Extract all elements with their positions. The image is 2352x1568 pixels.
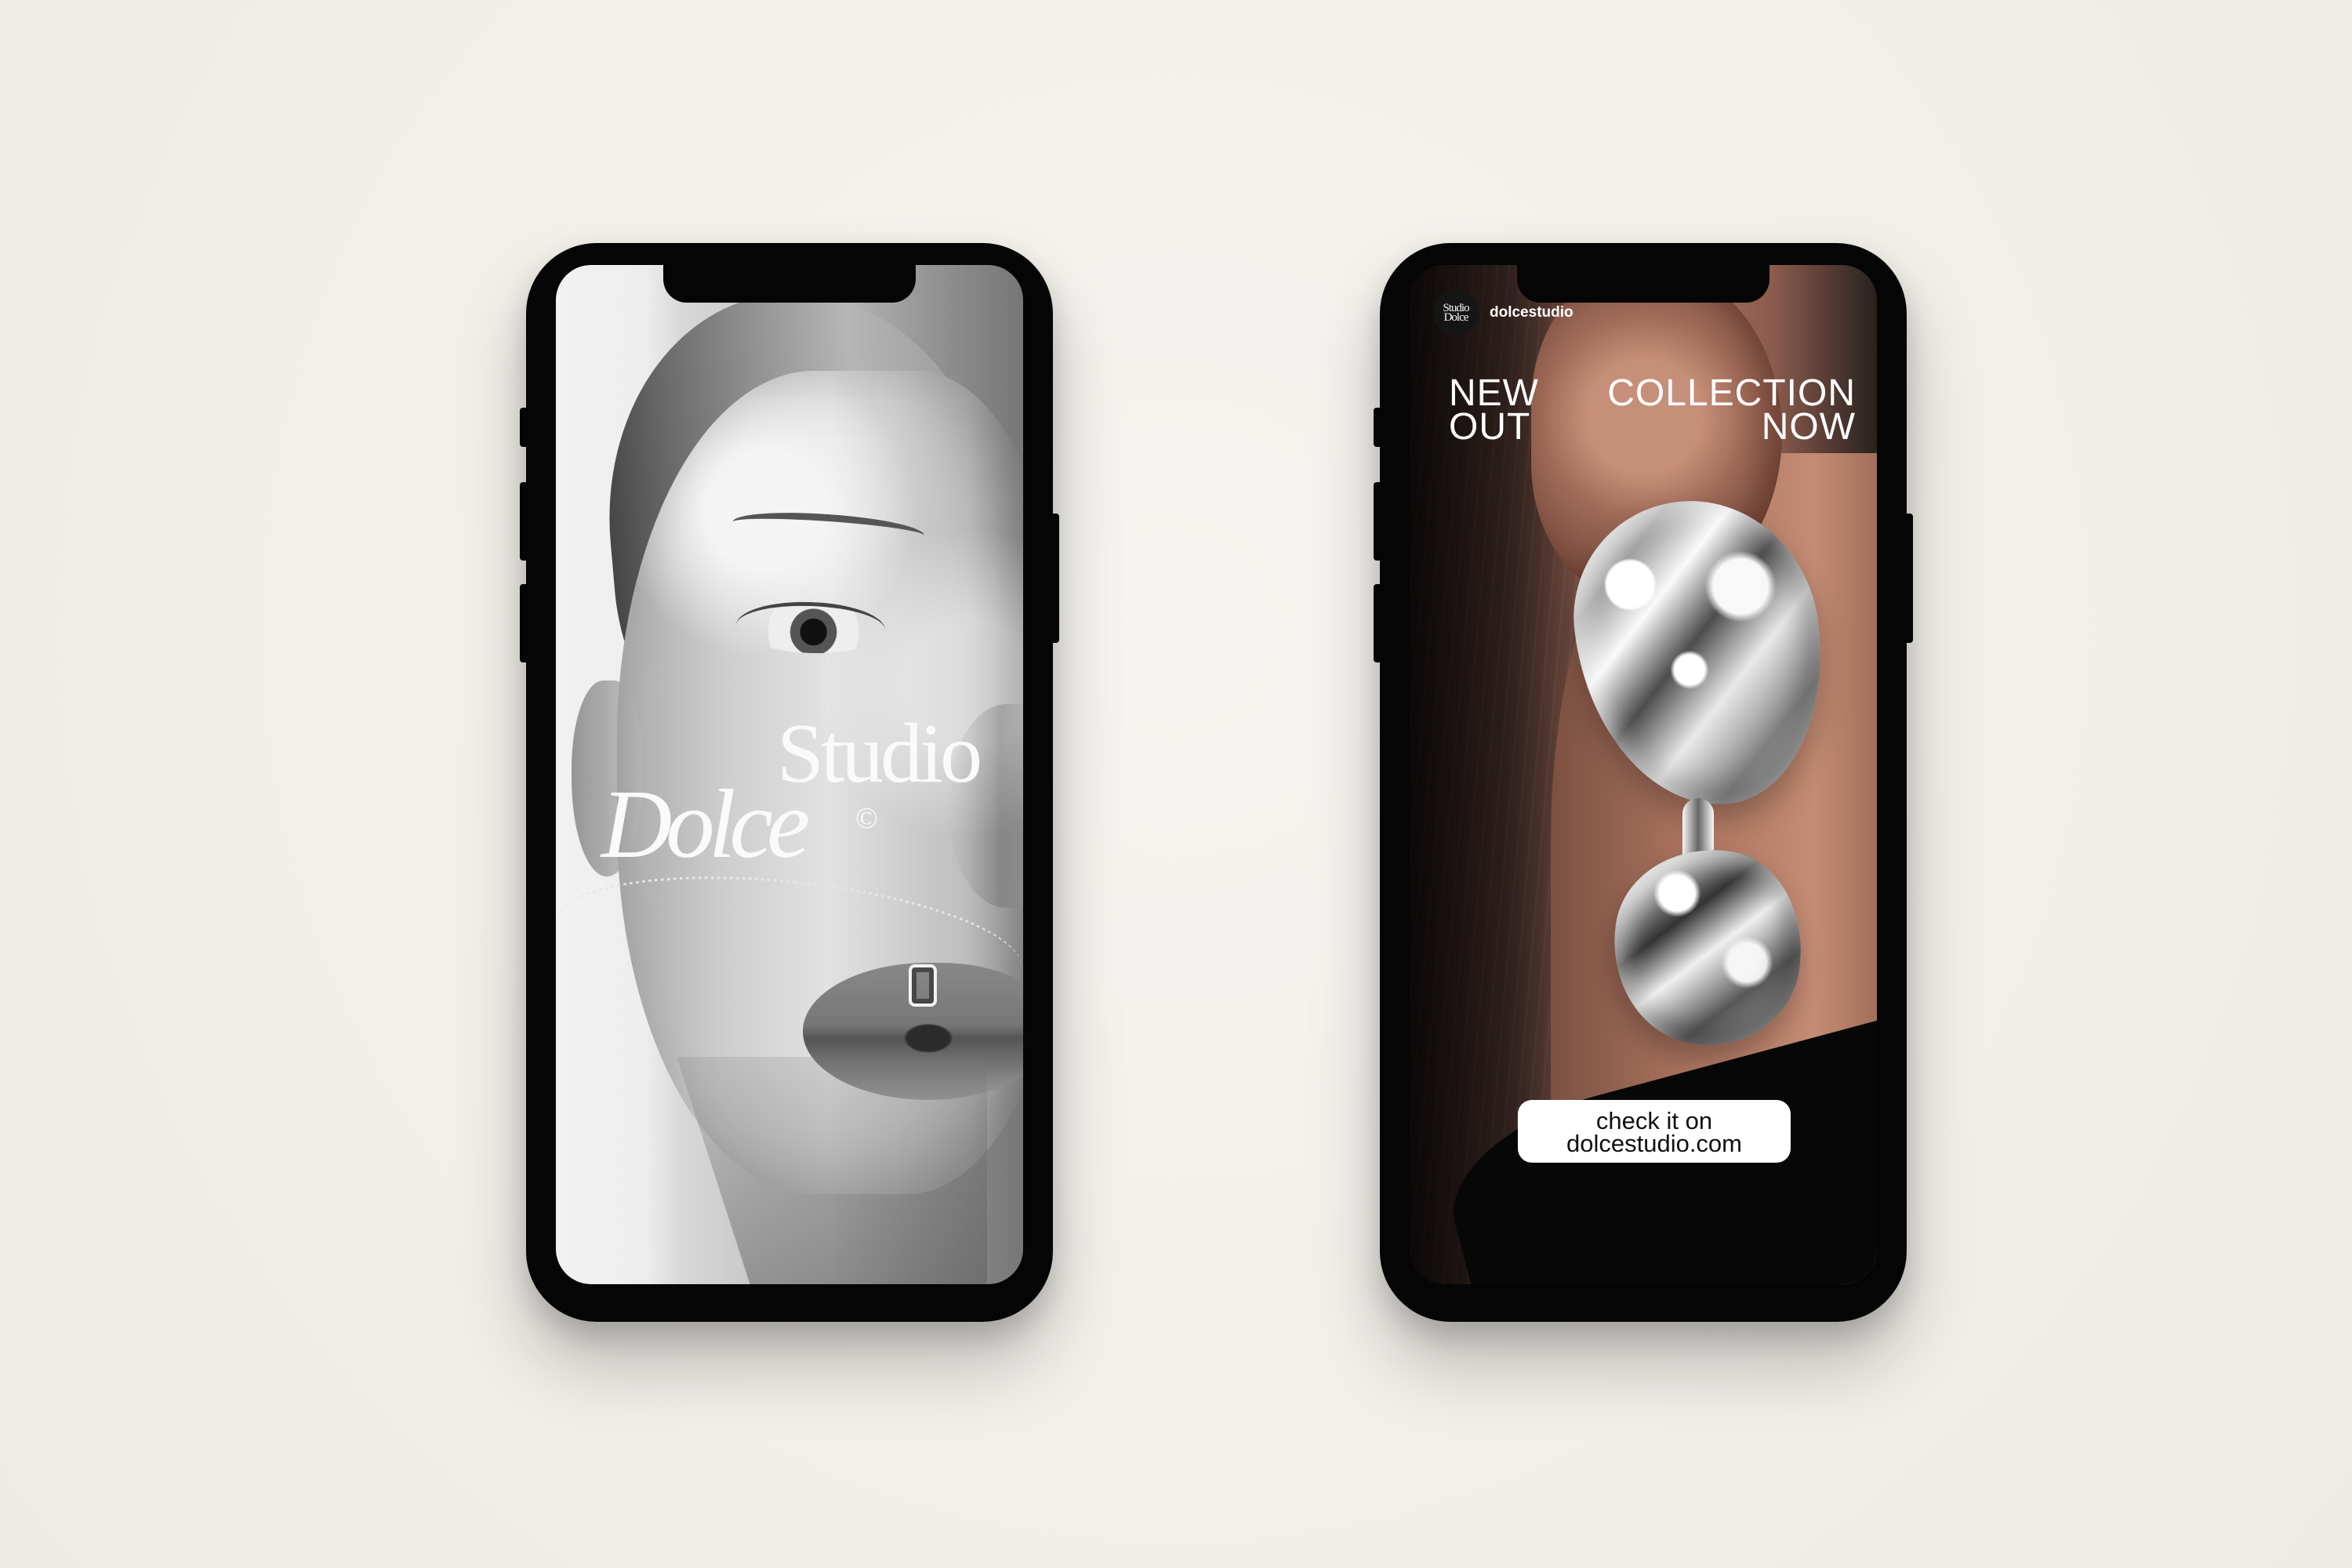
headline-new-out: NEW OUT — [1449, 372, 1539, 448]
power-button — [1904, 514, 1913, 643]
volume-button — [520, 408, 529, 447]
necklace-pendant-icon — [909, 964, 937, 1007]
brand-copyright-symbol: © — [855, 802, 878, 835]
headline-collection-now: COLLECTION NOW — [1607, 372, 1856, 448]
volume-button — [520, 482, 529, 561]
mockup-canvas: Studio Dolce © Studio Dolce dolcestudio … — [0, 0, 2352, 1568]
brand-logo-studio: Studio — [777, 707, 982, 800]
volume-button — [1374, 408, 1383, 447]
volume-button — [1374, 482, 1383, 561]
volume-button — [520, 584, 529, 662]
phone-notch — [663, 265, 916, 303]
power-button — [1050, 514, 1059, 643]
portrait-story-screen: Studio Dolce © — [556, 265, 1023, 1284]
phone-notch — [1517, 265, 1769, 303]
website-link-button[interactable]: check it on dolcestudio.com — [1518, 1100, 1791, 1163]
model-neck-image-area — [677, 1057, 987, 1284]
volume-button — [1374, 584, 1383, 662]
brand-logo-dolce: Dolce — [601, 771, 810, 879]
left-phone-mockup: Studio Dolce © — [520, 243, 1059, 1322]
earring-story-screen: Studio Dolce dolcestudio NEW OUT COLLECT… — [1410, 265, 1877, 1284]
right-phone-mockup: Studio Dolce dolcestudio NEW OUT COLLECT… — [1374, 243, 1913, 1322]
profile-avatar[interactable]: Studio Dolce — [1433, 290, 1479, 336]
profile-handle[interactable]: dolcestudio — [1490, 304, 1573, 321]
